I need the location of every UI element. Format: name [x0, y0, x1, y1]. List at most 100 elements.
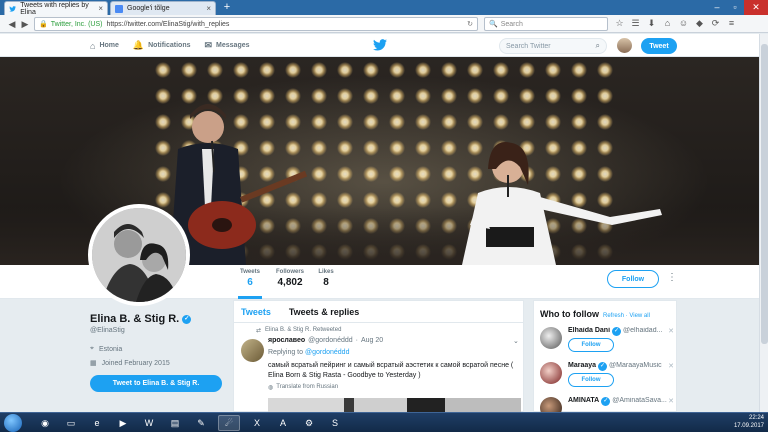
avatar[interactable]	[540, 362, 562, 384]
search-placeholder: Search Twitter	[506, 42, 551, 50]
location-pin-icon: ⌖	[90, 345, 94, 352]
account-name[interactable]: Maraaya	[568, 362, 596, 371]
new-tab-button[interactable]: +	[220, 1, 234, 14]
reload-icon[interactable]: ↻	[467, 20, 473, 28]
verified-icon: ✓	[601, 397, 611, 406]
scrollbar-thumb[interactable]	[761, 44, 768, 344]
reading-list-icon[interactable]: ☰	[630, 18, 641, 29]
nav-messages[interactable]: ✉ Messages	[205, 40, 250, 51]
account-avatar[interactable]	[617, 38, 632, 53]
account-name[interactable]: AMINATA	[568, 397, 599, 406]
tweet-author-name[interactable]: ярославео	[268, 337, 305, 344]
window-controls: – ▫ ✕	[708, 0, 768, 15]
tweet-author-handle[interactable]: @gordonéddd	[308, 337, 352, 344]
forward-arrow-icon[interactable]: ▶	[19, 18, 31, 30]
address-bar[interactable]: 🔒 Twitter, Inc. (US) https://twitter.com…	[34, 17, 478, 31]
skype-icon[interactable]: S	[324, 415, 346, 431]
star-icon[interactable]: ☆	[614, 18, 625, 29]
twitter-main-nav: ⌂ Home 🔔 Notifications ✉ Messages	[90, 34, 250, 57]
profile-joined: ▦ Joined February 2015	[90, 359, 170, 368]
bell-icon: 🔔	[132, 40, 145, 50]
chevron-down-icon[interactable]: ⌄	[513, 337, 519, 345]
extensions-icon[interactable]: ◆	[694, 18, 705, 29]
dismiss-icon[interactable]: ✕	[668, 397, 674, 405]
close-icon[interactable]: ×	[98, 4, 103, 13]
dismiss-icon[interactable]: ✕	[668, 362, 674, 370]
tab-tweets[interactable]: Tweets	[241, 307, 271, 317]
account-handle[interactable]: @MaraayaMusic	[609, 362, 662, 371]
retweet-note: ⇄ Elina B. & Stig R. Retweeted	[256, 327, 341, 334]
profile-avatar[interactable]	[88, 204, 190, 306]
twitter-search-input[interactable]: Search Twitter ⌕	[499, 38, 607, 54]
stat-likes[interactable]: Likes 8	[316, 269, 336, 288]
retweet-text[interactable]: Elina B. & Stig R. Retweeted	[265, 327, 341, 334]
more-options-icon[interactable]: ⋮	[667, 272, 677, 283]
close-window-icon[interactable]: ✕	[744, 0, 768, 15]
avatar[interactable]	[540, 327, 562, 349]
file-explorer-icon[interactable]: ▭	[60, 415, 82, 431]
follow-button[interactable]: Follow	[568, 373, 614, 387]
home-icon[interactable]: ⌂	[662, 18, 673, 29]
follow-button[interactable]: Follow	[568, 338, 614, 352]
translate-text: Translate from Russian	[276, 384, 339, 390]
tweet-author-avatar[interactable]	[241, 339, 264, 362]
search-icon[interactable]: ⌕	[596, 41, 600, 51]
browser-search-input[interactable]: 🔍 Search	[484, 17, 608, 31]
browser-tab-google-translate[interactable]: Google'i tõlge ×	[110, 1, 216, 15]
tweet-to-button[interactable]: Tweet to Elina B. & Stig R.	[90, 375, 222, 392]
chrome-icon[interactable]: ◉	[34, 415, 56, 431]
browser-toolbar: ☆ ☰ ⬇ ⌂ ☺ ◆ ⟳ ≡	[614, 18, 737, 29]
site-identity: Twitter, Inc. (US)	[50, 20, 103, 28]
twitter-logo-icon[interactable]	[373, 39, 387, 51]
folder-icon[interactable]: ▤	[164, 415, 186, 431]
tweet-time[interactable]: Aug 20	[361, 337, 383, 344]
joined-text: Joined February 2015	[101, 359, 170, 367]
acrobat-icon[interactable]: A	[272, 415, 294, 431]
nav-home[interactable]: ⌂ Home	[90, 41, 119, 51]
page-scrollbar[interactable]	[759, 34, 768, 412]
twitter-header: ⌂ Home 🔔 Notifications ✉ Messages Search…	[0, 34, 768, 57]
account-handle[interactable]: @elhaidad...	[623, 327, 662, 336]
view-all-link[interactable]: View all	[629, 313, 650, 319]
sync-icon[interactable]: ⟳	[710, 18, 721, 29]
account-handle[interactable]: @AminataSava...	[612, 397, 667, 406]
clock-time: 22:24	[748, 415, 764, 421]
profile-photo	[92, 208, 186, 302]
word-icon[interactable]: W	[138, 415, 160, 431]
stat-tweets[interactable]: Tweets 6	[238, 269, 262, 299]
firefox-icon[interactable]: ☄	[218, 415, 240, 431]
download-icon[interactable]: ⬇	[646, 18, 657, 29]
tab-tweets-and-replies[interactable]: Tweets & replies	[289, 307, 359, 317]
network-icon[interactable]: ⚙	[298, 415, 320, 431]
replying-to-link[interactable]: @gordonéddd	[305, 349, 349, 356]
verified-icon: ✓	[182, 314, 192, 324]
tweet-button[interactable]: Tweet	[641, 38, 677, 54]
account-name[interactable]: Elhaida Dani	[568, 327, 610, 336]
chat-icon[interactable]: ☺	[678, 18, 689, 29]
link-separator: ·	[625, 313, 628, 319]
paint-icon[interactable]: ✎	[190, 415, 212, 431]
maximize-icon[interactable]: ▫	[726, 0, 744, 15]
internet-explorer-icon[interactable]: e	[86, 415, 108, 431]
dismiss-icon[interactable]: ✕	[668, 327, 674, 335]
calendar-icon: ▦	[90, 360, 97, 367]
media-player-icon[interactable]: ▶	[112, 415, 134, 431]
excel-icon[interactable]: X	[246, 415, 268, 431]
browser-nav-bar: ◀ ▶ 🔒 Twitter, Inc. (US) https://twitter…	[0, 15, 768, 33]
search-placeholder: Search	[500, 20, 523, 28]
back-arrow-icon[interactable]: ◀	[6, 18, 18, 30]
menu-icon[interactable]: ≡	[726, 18, 737, 29]
stat-followers[interactable]: Followers 4,802	[274, 269, 306, 288]
start-button[interactable]	[4, 414, 22, 432]
lock-icon: 🔒	[39, 21, 48, 28]
translate-link[interactable]: ◍ Translate from Russian	[268, 384, 338, 391]
system-tray-clock[interactable]: 22:24 17.09.2017	[734, 414, 764, 430]
follow-button[interactable]: Follow	[607, 270, 659, 288]
close-icon[interactable]: ×	[206, 4, 211, 13]
browser-tab-twitter[interactable]: Tweets with replies by Elina ×	[4, 1, 108, 16]
minimize-icon[interactable]: –	[708, 0, 726, 15]
tweet-media[interactable]	[268, 398, 521, 412]
nav-notifications[interactable]: 🔔 Notifications	[133, 40, 191, 51]
stat-label: Likes	[318, 269, 334, 275]
refresh-link[interactable]: Refresh	[603, 313, 624, 319]
